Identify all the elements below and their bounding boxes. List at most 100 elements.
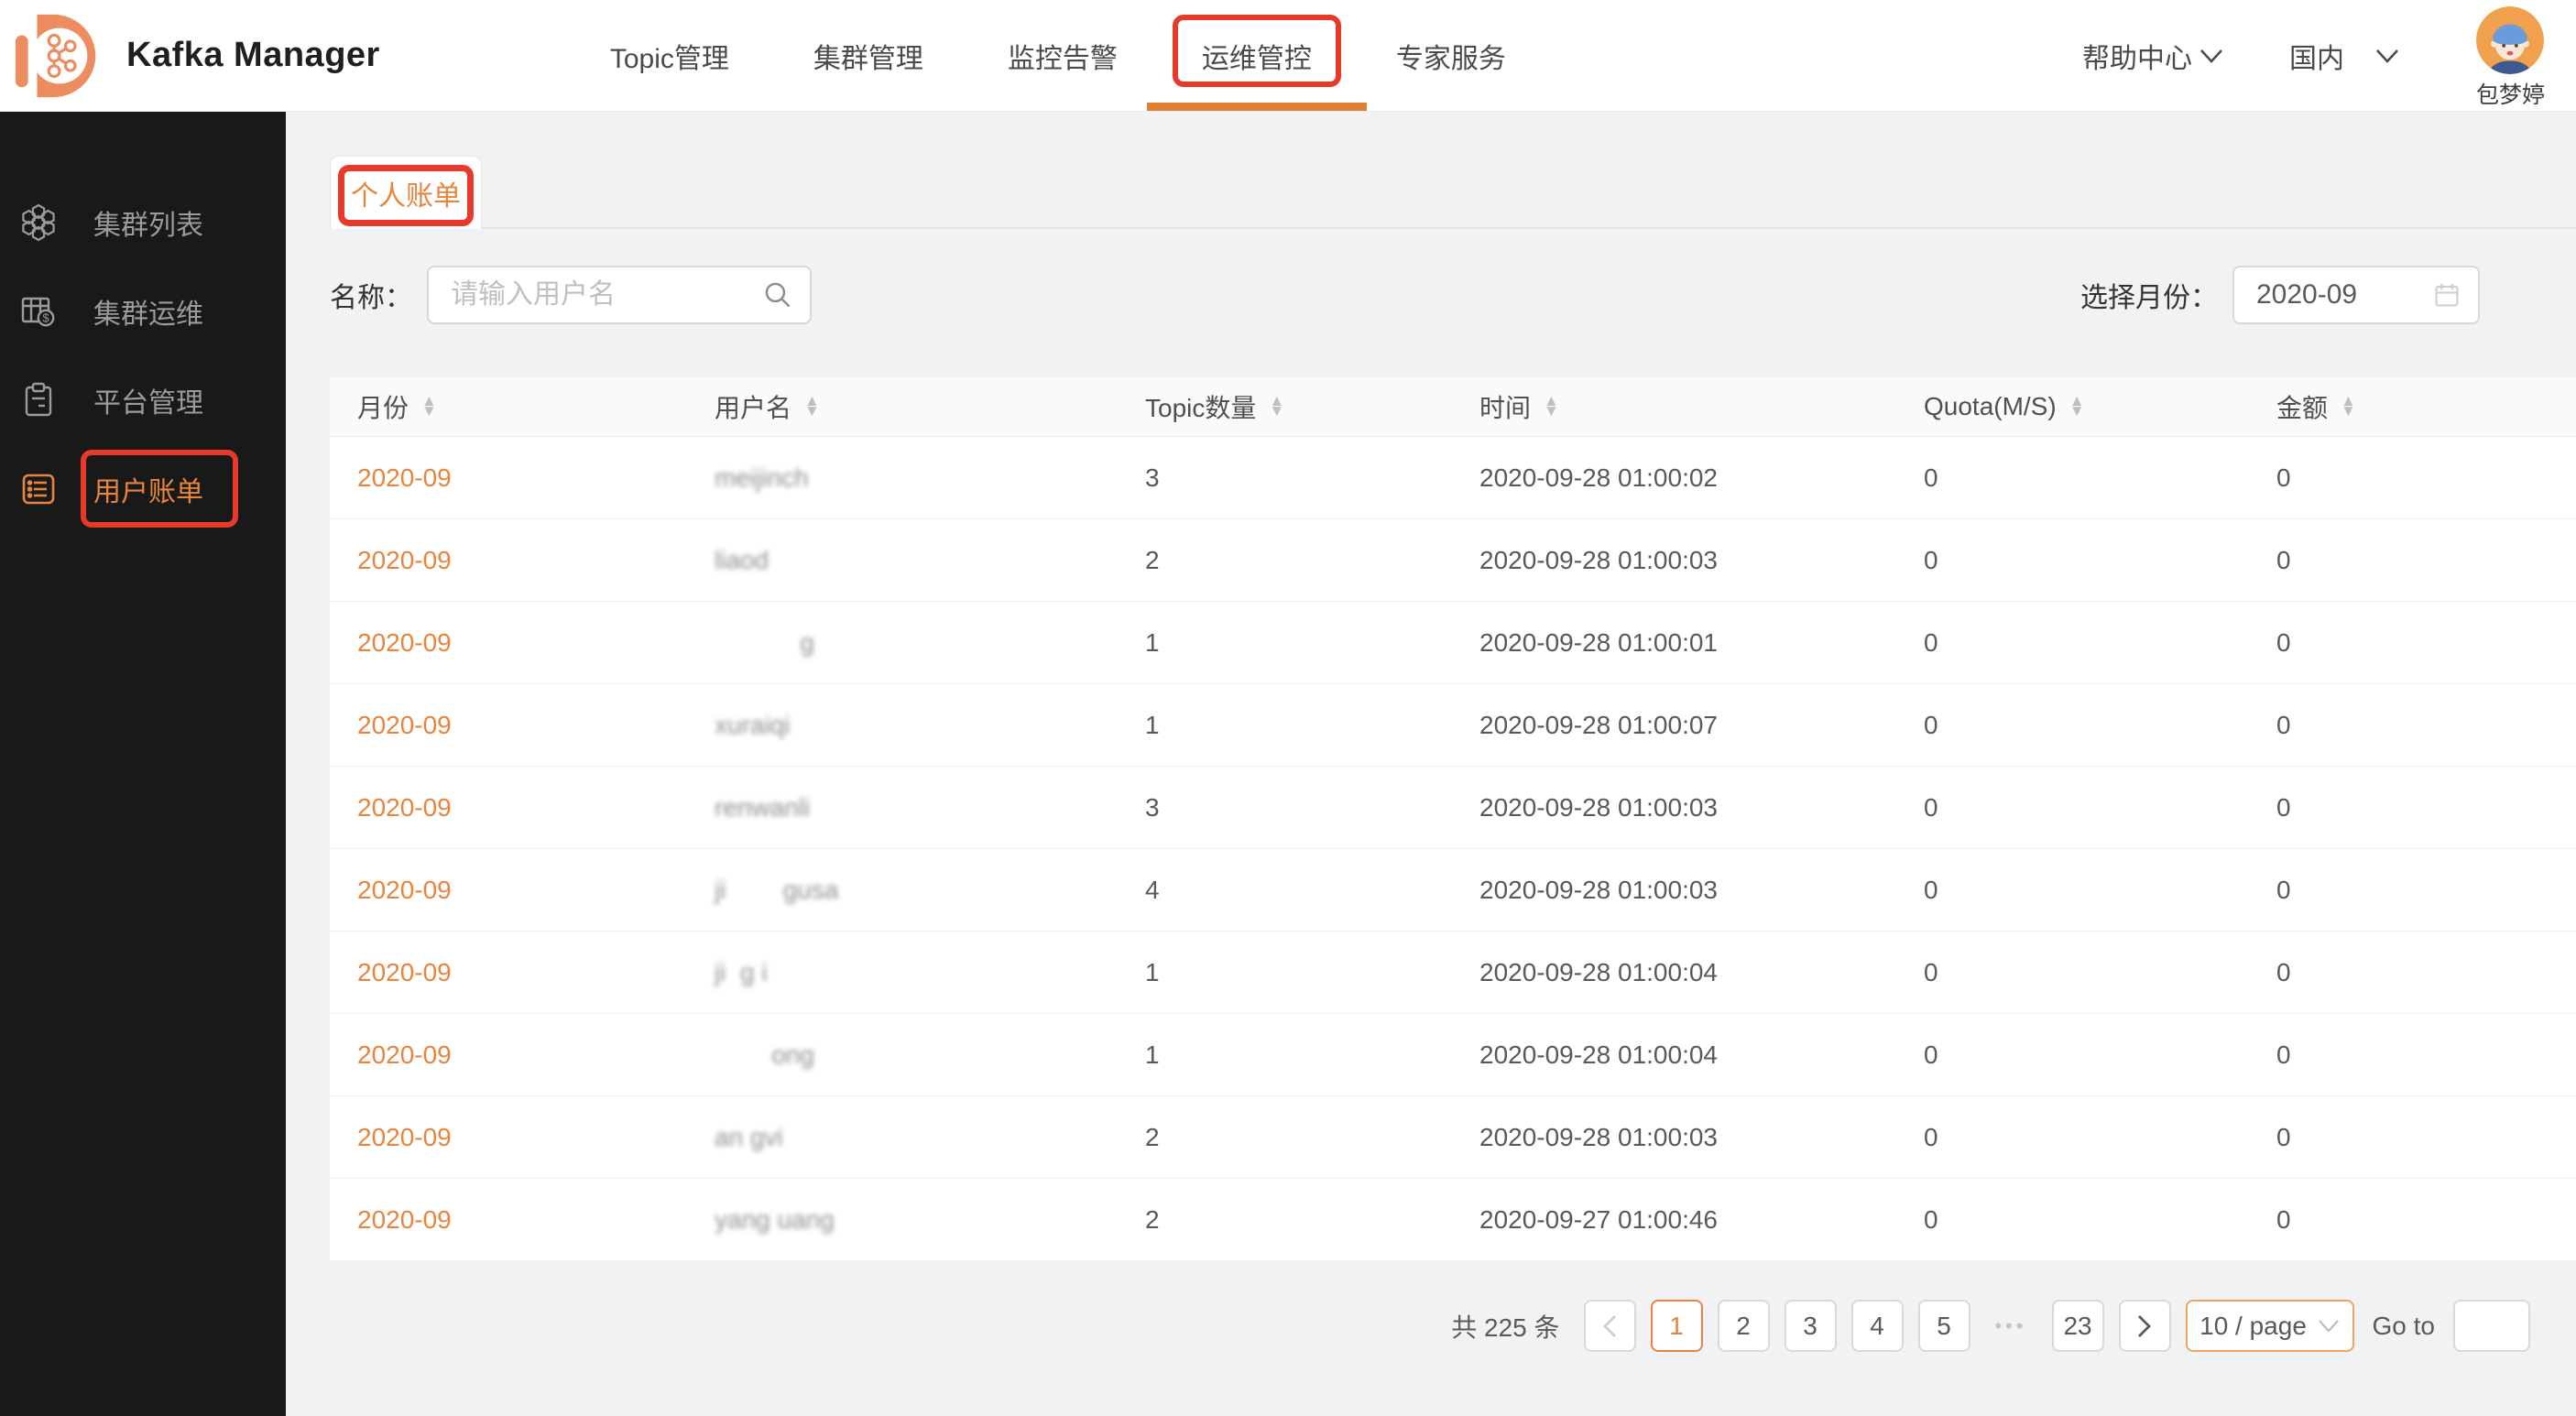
nav-item-label: Topic管理 — [609, 43, 729, 74]
sidebar-item-1[interactable]: $ 集群运维 — [0, 267, 286, 355]
page-buttons: 1 2 3 4 5 ••• 23 — [1650, 1300, 2104, 1352]
cell-time: 2020-09-28 01:00:03 — [1479, 545, 1718, 574]
cell-month[interactable]: 2020-09 — [330, 1123, 687, 1152]
table-row: 2020-09 renwanli 3 2020-09-28 01:00:03 0 0 — [330, 767, 2576, 849]
cell-month[interactable]: 2020-09 — [330, 546, 687, 575]
cell-topics: 1 — [1145, 627, 1160, 657]
cell-month[interactable]: 2020-09 — [330, 628, 687, 658]
column-header-quota: Quota(M/S) ▲ ▼ — [1896, 392, 2249, 421]
cell-username: yang uang — [715, 1204, 835, 1234]
month-input-wrap — [2232, 266, 2480, 324]
nav-item-1[interactable]: 集群管理 — [771, 0, 966, 111]
cell-amount: 0 — [2276, 1040, 2291, 1069]
pagination-ellipsis[interactable]: ••• — [1985, 1300, 2037, 1352]
honeycomb-icon — [18, 202, 59, 243]
page-size-select[interactable]: 10 / page — [2185, 1300, 2354, 1352]
sort-carets-icon[interactable]: ▲ ▼ — [804, 394, 820, 419]
cell-topics: 1 — [1145, 957, 1160, 986]
tab-personal-bill[interactable]: 个人账单 — [330, 156, 482, 229]
sort-carets-icon[interactable]: ▲ ▼ — [2069, 394, 2085, 419]
column-label: 金额 — [2276, 394, 2329, 422]
nav-item-4[interactable]: 专家服务 — [1354, 0, 1548, 111]
column-header-time: 时间 ▲ ▼ — [1452, 388, 1896, 425]
cell-topics: 2 — [1145, 1122, 1160, 1151]
nav-item-2[interactable]: 监控告警 — [966, 0, 1160, 111]
cell-username: ong — [715, 1040, 814, 1069]
cell-time: 2020-09-28 01:00:03 — [1479, 875, 1718, 904]
calendar-icon — [2435, 283, 2459, 307]
tab-bar: 个人账单 — [330, 156, 2576, 229]
chevron-right-icon — [2138, 1314, 2151, 1337]
sidebar-item-0[interactable]: 集群列表 — [0, 178, 286, 267]
cell-amount: 0 — [2276, 792, 2291, 822]
page-button-23[interactable]: 23 — [2051, 1300, 2104, 1352]
table-body: 2020-09 meijinch 3 2020-09-28 01:00:02 0 0 202… — [330, 437, 2576, 1261]
cell-quota: 0 — [1924, 463, 1938, 492]
sidebar-item-label: 用户账单 — [93, 476, 203, 507]
cell-quota: 0 — [1924, 545, 1938, 574]
user-profile[interactable]: 包梦婷 — [2476, 6, 2545, 110]
goto-page-input[interactable] — [2453, 1300, 2530, 1352]
cell-topics: 3 — [1145, 792, 1160, 822]
username-search-input[interactable] — [427, 266, 812, 324]
sort-carets-icon[interactable]: ▲ ▼ — [421, 394, 437, 419]
pagination: 共 225 条 1 2 3 4 5 ••• 23 10 / page Go to — [330, 1300, 2576, 1352]
page-button-3[interactable]: 3 — [1784, 1300, 1837, 1352]
table-row: 2020-09 xuraiqi 1 2020-09-28 01:00:07 0 0 — [330, 684, 2576, 767]
cell-month[interactable]: 2020-09 — [330, 711, 687, 740]
cell-quota: 0 — [1924, 875, 1938, 904]
cell-username: ji g i — [715, 957, 768, 986]
cell-topics: 4 — [1145, 875, 1160, 904]
cell-month[interactable]: 2020-09 — [330, 793, 687, 822]
tab-personal-bill-label: 个人账单 — [351, 180, 461, 212]
cell-time: 2020-09-28 01:00:03 — [1479, 1122, 1718, 1151]
cell-username: meijinch — [715, 463, 809, 492]
page-button-4[interactable]: 4 — [1850, 1300, 1904, 1352]
column-header-amount: 金额 ▲ ▼ — [2249, 388, 2576, 425]
cell-month[interactable]: 2020-09 — [330, 876, 687, 905]
sidebar-item-3[interactable]: 用户账单 — [0, 444, 286, 533]
cell-month[interactable]: 2020-09 — [330, 463, 687, 493]
cell-amount: 0 — [2276, 463, 2291, 492]
table-row: 2020-09 ji gusa 4 2020-09-28 01:00:03 0 0 — [330, 849, 2576, 931]
page-button-2[interactable]: 2 — [1717, 1300, 1770, 1352]
name-filter-label: 名称： — [330, 283, 412, 313]
cell-topics: 1 — [1145, 710, 1160, 739]
table-row: 2020-09 meijinch 3 2020-09-28 01:00:02 0 0 — [330, 437, 2576, 519]
main-area: 集群列表 $ 集群运维平台管理用户账单 个人账单 名称： 选择月份： — [0, 112, 2576, 1416]
cell-time: 2020-09-28 01:00:04 — [1479, 957, 1718, 986]
sidebar-item-2[interactable]: 平台管理 — [0, 355, 286, 444]
table-row: 2020-09 liaod 2 2020-09-28 01:00:03 0 0 — [330, 519, 2576, 602]
cell-quota: 0 — [1924, 1040, 1938, 1069]
cell-username: xuraiqi — [715, 710, 791, 739]
page-button-5[interactable]: 5 — [1917, 1300, 1970, 1352]
month-filter-group: 选择月份： — [2080, 266, 2480, 324]
user-name: 包梦婷 — [2475, 82, 2545, 108]
cell-month[interactable]: 2020-09 — [330, 1205, 687, 1235]
region-menu[interactable]: 国内 — [2289, 36, 2399, 76]
nav-item-0[interactable]: Topic管理 — [568, 0, 771, 111]
prev-page-button[interactable] — [1583, 1300, 1636, 1352]
cell-username: ji gusa — [715, 875, 839, 904]
column-label: 时间 — [1479, 394, 1532, 422]
next-page-button[interactable] — [2118, 1300, 2171, 1352]
sort-carets-icon[interactable]: ▲ ▼ — [2341, 394, 2356, 419]
nav-item-3[interactable]: 运维管控 — [1160, 0, 1354, 111]
cell-quota: 0 — [1924, 1122, 1938, 1151]
help-center-menu[interactable]: 帮助中心 — [2082, 36, 2223, 76]
cell-topics: 3 — [1145, 463, 1160, 492]
sort-carets-icon[interactable]: ▲ ▼ — [1544, 394, 1559, 419]
page-button-1[interactable]: 1 — [1650, 1300, 1703, 1352]
cell-quota: 0 — [1924, 710, 1938, 739]
cell-month[interactable]: 2020-09 — [330, 958, 687, 987]
nav-item-label: 集群管理 — [813, 43, 923, 74]
cell-quota: 0 — [1924, 1204, 1938, 1234]
cell-topics: 1 — [1145, 1040, 1160, 1069]
cell-quota: 0 — [1924, 627, 1938, 657]
table-row: 2020-09 ji g i 1 2020-09-28 01:00:04 0 0 — [330, 931, 2576, 1014]
cell-quota: 0 — [1924, 792, 1938, 822]
kafka-manager-logo-icon — [13, 11, 103, 101]
cell-amount: 0 — [2276, 1204, 2291, 1234]
cell-month[interactable]: 2020-09 — [330, 1040, 687, 1070]
sort-carets-icon[interactable]: ▲ ▼ — [1269, 394, 1284, 419]
